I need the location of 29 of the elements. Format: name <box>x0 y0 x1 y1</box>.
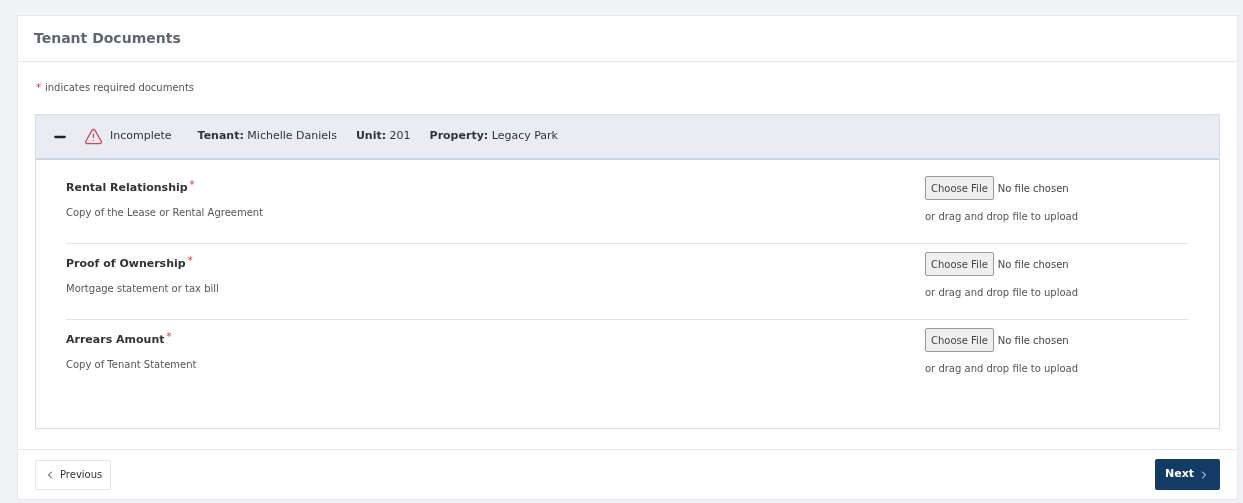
panel-header[interactable]: Incomplete Tenant: Michelle Daniels Unit: 201 Property: Legacy Park <box>36 115 1219 160</box>
file-status: No file chosen <box>997 257 1069 272</box>
required-marker: * <box>36 81 41 95</box>
choose-file-button[interactable]: Choose File <box>925 176 994 200</box>
document-description: Copy of Tenant Statement <box>66 357 197 372</box>
required-marker: * <box>189 180 195 190</box>
document-title: Arrears Amount <box>66 332 165 348</box>
panel-field: Unit: 201 <box>355 128 411 145</box>
panel-field: Tenant: Michelle Daniels <box>197 128 337 145</box>
next-button[interactable]: Next <box>1154 459 1220 490</box>
drop-hint: or drag and drop file to upload <box>925 210 1080 224</box>
status-text: Incomplete <box>110 128 172 145</box>
drop-hint: or drag and drop file to upload <box>925 286 1080 300</box>
document-title: Rental Relationship <box>66 180 188 196</box>
panel-field: Property: Legacy Park <box>429 128 558 145</box>
file-status: No file chosen <box>997 333 1069 348</box>
file-status: No file chosen <box>997 181 1069 196</box>
required-marker: * <box>187 256 193 266</box>
required-note: indicates required documents <box>45 81 195 95</box>
previous-button[interactable]: Previous <box>35 459 112 490</box>
document-title: Proof of Ownership <box>66 256 186 272</box>
choose-file-button[interactable]: Choose File <box>925 328 994 352</box>
choose-file-button[interactable]: Choose File <box>925 252 994 276</box>
warning-icon <box>84 127 103 146</box>
card-title: Tenant Documents <box>34 29 181 48</box>
document-description: Copy of the Lease or Rental Agreement <box>66 205 264 220</box>
document-description: Mortgage statement or tax bill <box>66 281 219 296</box>
drop-hint: or drag and drop file to upload <box>925 362 1080 376</box>
required-marker: * <box>166 332 172 342</box>
